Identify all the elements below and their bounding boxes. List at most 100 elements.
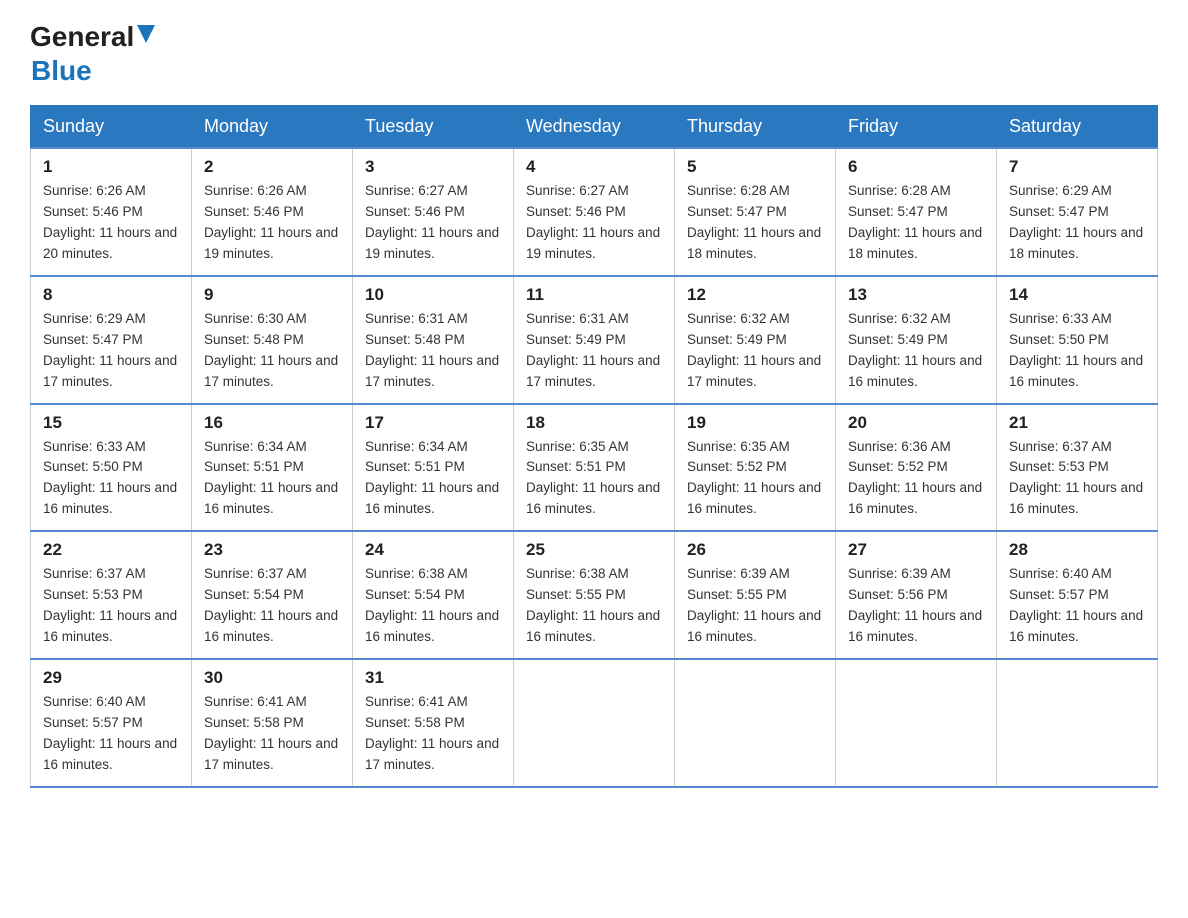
day-number: 21 (1009, 413, 1147, 433)
day-number: 12 (687, 285, 825, 305)
day-info: Sunrise: 6:41 AMSunset: 5:58 PMDaylight:… (365, 694, 499, 772)
weekday-header-row: SundayMondayTuesdayWednesdayThursdayFrid… (31, 106, 1158, 149)
day-info: Sunrise: 6:33 AMSunset: 5:50 PMDaylight:… (43, 439, 177, 517)
week-row-5: 29 Sunrise: 6:40 AMSunset: 5:57 PMDaylig… (31, 659, 1158, 787)
day-info: Sunrise: 6:37 AMSunset: 5:54 PMDaylight:… (204, 566, 338, 644)
logo-general: General (30, 20, 134, 54)
day-number: 14 (1009, 285, 1147, 305)
day-number: 4 (526, 157, 664, 177)
day-number: 16 (204, 413, 342, 433)
calendar-table: SundayMondayTuesdayWednesdayThursdayFrid… (30, 105, 1158, 787)
day-info: Sunrise: 6:29 AMSunset: 5:47 PMDaylight:… (43, 311, 177, 389)
day-number: 24 (365, 540, 503, 560)
day-info: Sunrise: 6:32 AMSunset: 5:49 PMDaylight:… (687, 311, 821, 389)
day-number: 1 (43, 157, 181, 177)
day-cell: 28 Sunrise: 6:40 AMSunset: 5:57 PMDaylig… (997, 531, 1158, 659)
day-number: 5 (687, 157, 825, 177)
day-cell: 27 Sunrise: 6:39 AMSunset: 5:56 PMDaylig… (836, 531, 997, 659)
day-cell: 20 Sunrise: 6:36 AMSunset: 5:52 PMDaylig… (836, 404, 997, 532)
day-info: Sunrise: 6:40 AMSunset: 5:57 PMDaylight:… (43, 694, 177, 772)
day-cell: 16 Sunrise: 6:34 AMSunset: 5:51 PMDaylig… (192, 404, 353, 532)
day-cell: 30 Sunrise: 6:41 AMSunset: 5:58 PMDaylig… (192, 659, 353, 787)
day-cell: 13 Sunrise: 6:32 AMSunset: 5:49 PMDaylig… (836, 276, 997, 404)
day-info: Sunrise: 6:38 AMSunset: 5:54 PMDaylight:… (365, 566, 499, 644)
day-cell: 19 Sunrise: 6:35 AMSunset: 5:52 PMDaylig… (675, 404, 836, 532)
day-info: Sunrise: 6:35 AMSunset: 5:51 PMDaylight:… (526, 439, 660, 517)
day-cell: 23 Sunrise: 6:37 AMSunset: 5:54 PMDaylig… (192, 531, 353, 659)
day-info: Sunrise: 6:26 AMSunset: 5:46 PMDaylight:… (204, 183, 338, 261)
day-cell: 21 Sunrise: 6:37 AMSunset: 5:53 PMDaylig… (997, 404, 1158, 532)
day-info: Sunrise: 6:41 AMSunset: 5:58 PMDaylight:… (204, 694, 338, 772)
day-info: Sunrise: 6:29 AMSunset: 5:47 PMDaylight:… (1009, 183, 1143, 261)
day-number: 29 (43, 668, 181, 688)
day-cell: 31 Sunrise: 6:41 AMSunset: 5:58 PMDaylig… (353, 659, 514, 787)
day-info: Sunrise: 6:28 AMSunset: 5:47 PMDaylight:… (687, 183, 821, 261)
day-cell: 4 Sunrise: 6:27 AMSunset: 5:46 PMDayligh… (514, 148, 675, 276)
day-info: Sunrise: 6:30 AMSunset: 5:48 PMDaylight:… (204, 311, 338, 389)
day-number: 30 (204, 668, 342, 688)
weekday-header-thursday: Thursday (675, 106, 836, 149)
day-info: Sunrise: 6:27 AMSunset: 5:46 PMDaylight:… (365, 183, 499, 261)
day-info: Sunrise: 6:37 AMSunset: 5:53 PMDaylight:… (43, 566, 177, 644)
day-number: 2 (204, 157, 342, 177)
day-number: 22 (43, 540, 181, 560)
weekday-header-friday: Friday (836, 106, 997, 149)
day-cell: 10 Sunrise: 6:31 AMSunset: 5:48 PMDaylig… (353, 276, 514, 404)
day-number: 23 (204, 540, 342, 560)
day-cell: 15 Sunrise: 6:33 AMSunset: 5:50 PMDaylig… (31, 404, 192, 532)
day-cell: 1 Sunrise: 6:26 AMSunset: 5:46 PMDayligh… (31, 148, 192, 276)
week-row-4: 22 Sunrise: 6:37 AMSunset: 5:53 PMDaylig… (31, 531, 1158, 659)
day-info: Sunrise: 6:31 AMSunset: 5:49 PMDaylight:… (526, 311, 660, 389)
weekday-header-monday: Monday (192, 106, 353, 149)
week-row-1: 1 Sunrise: 6:26 AMSunset: 5:46 PMDayligh… (31, 148, 1158, 276)
day-info: Sunrise: 6:34 AMSunset: 5:51 PMDaylight:… (365, 439, 499, 517)
logo: General Blue (30, 20, 155, 87)
day-number: 13 (848, 285, 986, 305)
day-cell: 22 Sunrise: 6:37 AMSunset: 5:53 PMDaylig… (31, 531, 192, 659)
day-number: 11 (526, 285, 664, 305)
week-row-2: 8 Sunrise: 6:29 AMSunset: 5:47 PMDayligh… (31, 276, 1158, 404)
day-number: 6 (848, 157, 986, 177)
day-cell: 11 Sunrise: 6:31 AMSunset: 5:49 PMDaylig… (514, 276, 675, 404)
day-cell: 5 Sunrise: 6:28 AMSunset: 5:47 PMDayligh… (675, 148, 836, 276)
day-number: 31 (365, 668, 503, 688)
day-cell (675, 659, 836, 787)
day-cell: 2 Sunrise: 6:26 AMSunset: 5:46 PMDayligh… (192, 148, 353, 276)
day-cell: 25 Sunrise: 6:38 AMSunset: 5:55 PMDaylig… (514, 531, 675, 659)
day-info: Sunrise: 6:39 AMSunset: 5:56 PMDaylight:… (848, 566, 982, 644)
day-info: Sunrise: 6:37 AMSunset: 5:53 PMDaylight:… (1009, 439, 1143, 517)
day-info: Sunrise: 6:36 AMSunset: 5:52 PMDaylight:… (848, 439, 982, 517)
day-info: Sunrise: 6:34 AMSunset: 5:51 PMDaylight:… (204, 439, 338, 517)
day-cell: 12 Sunrise: 6:32 AMSunset: 5:49 PMDaylig… (675, 276, 836, 404)
day-number: 8 (43, 285, 181, 305)
day-info: Sunrise: 6:33 AMSunset: 5:50 PMDaylight:… (1009, 311, 1143, 389)
day-cell: 8 Sunrise: 6:29 AMSunset: 5:47 PMDayligh… (31, 276, 192, 404)
calendar-body: 1 Sunrise: 6:26 AMSunset: 5:46 PMDayligh… (31, 148, 1158, 786)
day-info: Sunrise: 6:38 AMSunset: 5:55 PMDaylight:… (526, 566, 660, 644)
day-number: 18 (526, 413, 664, 433)
day-cell: 14 Sunrise: 6:33 AMSunset: 5:50 PMDaylig… (997, 276, 1158, 404)
day-info: Sunrise: 6:39 AMSunset: 5:55 PMDaylight:… (687, 566, 821, 644)
day-cell: 26 Sunrise: 6:39 AMSunset: 5:55 PMDaylig… (675, 531, 836, 659)
day-info: Sunrise: 6:40 AMSunset: 5:57 PMDaylight:… (1009, 566, 1143, 644)
day-number: 26 (687, 540, 825, 560)
day-number: 25 (526, 540, 664, 560)
day-cell: 3 Sunrise: 6:27 AMSunset: 5:46 PMDayligh… (353, 148, 514, 276)
weekday-header-tuesday: Tuesday (353, 106, 514, 149)
day-number: 10 (365, 285, 503, 305)
day-number: 7 (1009, 157, 1147, 177)
day-number: 9 (204, 285, 342, 305)
day-cell: 24 Sunrise: 6:38 AMSunset: 5:54 PMDaylig… (353, 531, 514, 659)
page-header: General Blue (30, 20, 1158, 87)
day-info: Sunrise: 6:28 AMSunset: 5:47 PMDaylight:… (848, 183, 982, 261)
day-cell: 9 Sunrise: 6:30 AMSunset: 5:48 PMDayligh… (192, 276, 353, 404)
day-number: 20 (848, 413, 986, 433)
day-number: 28 (1009, 540, 1147, 560)
day-info: Sunrise: 6:32 AMSunset: 5:49 PMDaylight:… (848, 311, 982, 389)
day-number: 3 (365, 157, 503, 177)
day-number: 19 (687, 413, 825, 433)
day-info: Sunrise: 6:27 AMSunset: 5:46 PMDaylight:… (526, 183, 660, 261)
weekday-header-saturday: Saturday (997, 106, 1158, 149)
day-cell (836, 659, 997, 787)
day-cell: 6 Sunrise: 6:28 AMSunset: 5:47 PMDayligh… (836, 148, 997, 276)
